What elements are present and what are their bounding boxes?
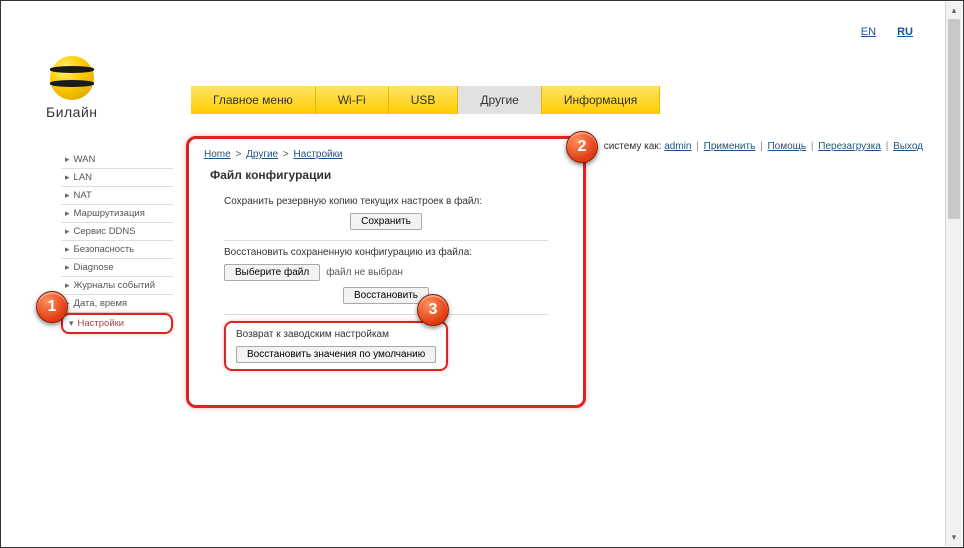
reset-label: Возврат к заводским настройкам (236, 329, 436, 340)
section-reset: Возврат к заводским настройкам Восстанов… (224, 321, 548, 381)
sidebar-item-logs[interactable]: Журналы событий (61, 277, 173, 295)
restore-button[interactable]: Восстановить (343, 287, 429, 304)
tab-main-menu[interactable]: Главное меню (191, 86, 316, 114)
annotation-badge-1: 1 (36, 291, 68, 323)
crumb-home[interactable]: Home (204, 149, 231, 160)
sidebar-item-routing[interactable]: Маршрутизация (61, 205, 173, 223)
top-nav: Главное меню Wi-Fi USB Другие Информация (191, 86, 660, 114)
lang-ru-link[interactable]: RU (897, 26, 913, 38)
page-title: Файл конфигурации (210, 168, 568, 182)
scroll-up-icon[interactable]: ▴ (946, 2, 962, 19)
restore-label: Восстановить сохраненную конфигурацию из… (224, 247, 548, 258)
sidebar: WAN LAN NAT Маршрутизация Сервис DDNS Бе… (61, 151, 173, 334)
sidebar-item-nat[interactable]: NAT (61, 187, 173, 205)
sidebar-item-diagnose[interactable]: Diagnose (61, 259, 173, 277)
logo-icon (50, 56, 94, 100)
help-link[interactable]: Помощь (767, 141, 806, 152)
tab-wifi[interactable]: Wi-Fi (316, 86, 389, 114)
sidebar-item-lan[interactable]: LAN (61, 169, 173, 187)
save-label: Сохранить резервную копию текущих настро… (224, 196, 548, 207)
lang-en-link[interactable]: EN (861, 26, 876, 38)
tab-other[interactable]: Другие (458, 86, 541, 114)
crumb-other[interactable]: Другие (246, 149, 278, 160)
vertical-scrollbar[interactable]: ▴ ▾ (945, 2, 962, 546)
scroll-down-icon[interactable]: ▾ (946, 529, 962, 546)
annotation-badge-3: 3 (417, 294, 449, 326)
language-bar: EN RU (843, 26, 913, 38)
breadcrumb: Home > Другие > Настройки (204, 149, 568, 160)
sidebar-item-security[interactable]: Безопасность (61, 241, 173, 259)
logout-link[interactable]: Выход (893, 141, 923, 152)
choose-file-button[interactable]: Выберите файл (224, 264, 320, 281)
section-save: Сохранить резервную копию текущих настро… (224, 196, 548, 241)
save-button[interactable]: Сохранить (350, 213, 422, 230)
status-user-link[interactable]: admin (664, 141, 691, 152)
reset-defaults-button[interactable]: Восстановить значения по умолчанию (236, 346, 436, 363)
tab-info[interactable]: Информация (542, 86, 660, 114)
main-panel: Home > Другие > Настройки Файл конфигура… (186, 136, 586, 408)
tab-usb[interactable]: USB (389, 86, 459, 114)
sidebar-item-settings[interactable]: Настройки (61, 313, 173, 334)
logo-text: Билайн (46, 104, 98, 120)
logo: Билайн (46, 56, 98, 120)
sidebar-item-wan[interactable]: WAN (61, 151, 173, 169)
file-status-text: файл не выбран (326, 267, 403, 278)
section-restore: Восстановить сохраненную конфигурацию из… (224, 247, 548, 315)
sidebar-item-ddns[interactable]: Сервис DDNS (61, 223, 173, 241)
apply-link[interactable]: Применить (704, 141, 756, 152)
annotation-badge-2: 2 (566, 131, 598, 163)
reboot-link[interactable]: Перезагрузка (818, 141, 881, 152)
scroll-thumb[interactable] (948, 19, 960, 219)
reset-highlight: Возврат к заводским настройкам Восстанов… (224, 321, 448, 371)
sidebar-item-datetime[interactable]: Дата, время (61, 295, 173, 313)
crumb-settings[interactable]: Настройки (294, 149, 343, 160)
status-bar: систему как: admin | Применить | Помощь … (601, 141, 923, 152)
status-prefix: систему как: (604, 141, 662, 152)
